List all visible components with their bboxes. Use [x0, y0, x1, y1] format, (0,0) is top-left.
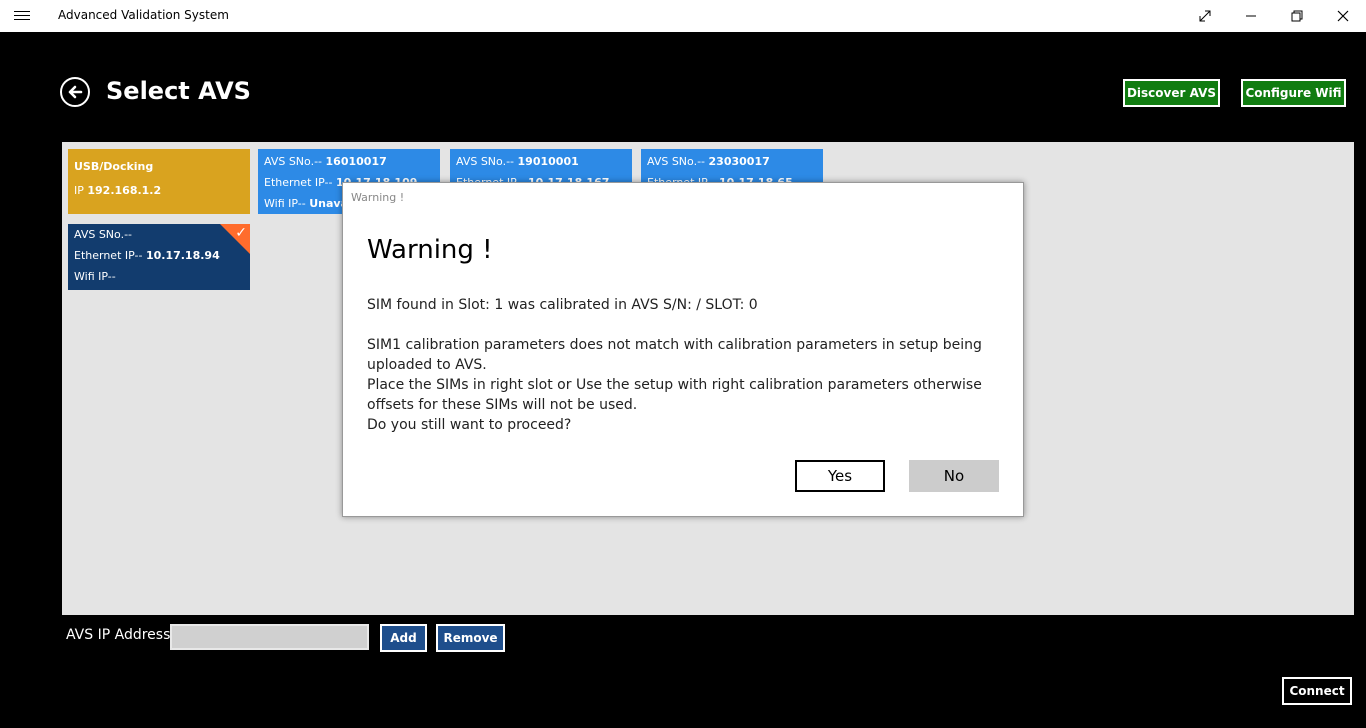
restore-icon	[1291, 10, 1303, 22]
dialog-line-question: Do you still want to proceed?	[367, 417, 572, 433]
connect-button[interactable]: Connect	[1282, 677, 1352, 705]
expand-icon	[1199, 10, 1211, 22]
device-tile-usb[interactable]: USB/Docking IP 192.168.1.2	[68, 149, 250, 214]
configure-wifi-button[interactable]: Configure Wifi	[1241, 79, 1346, 107]
device-sn: AVS SNo.-- 23030017	[647, 155, 770, 168]
add-button[interactable]: Add	[380, 624, 427, 652]
dialog-message: SIM found in Slot: 1 was calibrated in A…	[367, 295, 1007, 435]
dialog-caption: Warning !	[351, 191, 405, 204]
avs-ip-address-label: AVS IP Address	[66, 627, 171, 643]
page-title: Select AVS	[106, 77, 251, 105]
minimize-icon	[1246, 15, 1256, 17]
checkmark-icon: ✓	[235, 225, 247, 241]
no-button[interactable]: No	[909, 460, 999, 492]
fullscreen-button[interactable]	[1182, 0, 1228, 32]
arrow-left-icon	[68, 85, 83, 99]
device-label: USB/Docking	[74, 160, 154, 173]
dialog-heading: Warning !	[367, 235, 493, 265]
minimize-button[interactable]	[1228, 0, 1274, 32]
back-button[interactable]	[60, 77, 90, 107]
avs-ip-address-input[interactable]	[170, 624, 369, 650]
close-icon	[1337, 10, 1349, 22]
device-ethernet-ip: Ethernet IP-- 10.17.18.94	[74, 249, 220, 262]
dialog-line-sim-found: SIM found in Slot: 1 was calibrated in A…	[367, 297, 758, 313]
device-sn: AVS SNo.-- 16010017	[264, 155, 387, 168]
title-bar: Advanced Validation System	[0, 0, 1366, 32]
hamburger-menu-icon[interactable]	[14, 8, 30, 24]
app-title: Advanced Validation System	[58, 8, 229, 22]
dialog-line-advice: Place the SIMs in right slot or Use the …	[367, 377, 982, 413]
restore-button[interactable]	[1274, 0, 1320, 32]
close-button[interactable]	[1320, 0, 1366, 32]
device-wifi-ip: Wifi IP--	[74, 270, 116, 283]
discover-avs-button[interactable]: Discover AVS	[1123, 79, 1220, 107]
device-sn: AVS SNo.-- 19010001	[456, 155, 579, 168]
device-ip: IP 192.168.1.2	[74, 184, 162, 197]
dialog-line-mismatch: SIM1 calibration parameters does not mat…	[367, 337, 982, 373]
device-sn: AVS SNo.--	[74, 228, 133, 241]
remove-button[interactable]: Remove	[436, 624, 505, 652]
device-tile-selected[interactable]: AVS SNo.-- Ethernet IP-- 10.17.18.94 Wif…	[68, 224, 250, 290]
warning-dialog: Warning ! Warning ! SIM found in Slot: 1…	[342, 182, 1024, 517]
yes-button[interactable]: Yes	[795, 460, 885, 492]
